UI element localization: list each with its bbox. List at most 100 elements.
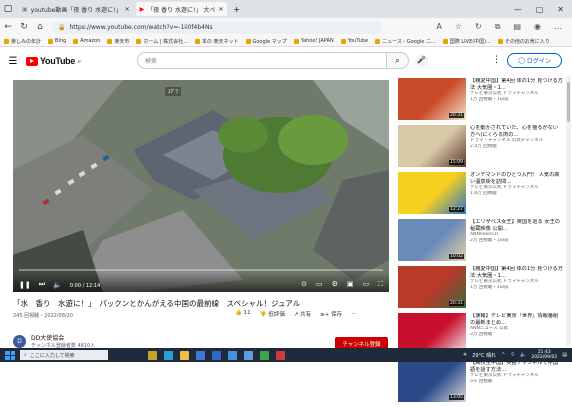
settings-more-icon[interactable]: … [554, 22, 562, 32]
recommendation-views: 3万 回視聴 [470, 332, 493, 337]
chrome-icon[interactable] [260, 350, 269, 360]
bookmark-item[interactable]: Google マップ [245, 38, 287, 45]
recommendation-title[interactable]: 【親愛中国】第4回 体の1分 見つける方法 大気圏・1... [470, 78, 563, 91]
recommendation-item[interactable]: 13:05 【高校生中国】英語チャンネルで中国語を話す方法... テレビ東京公式 ド… [398, 360, 563, 407]
bookmark-item[interactable]: ホーム | 株式会社... [136, 38, 188, 45]
bookmark-item[interactable]: 楽しみの年計 [4, 38, 41, 45]
recommendation-thumbnail[interactable]: 20:31 [398, 266, 466, 308]
duration-badge: 10:02 [449, 254, 464, 259]
refresh-icon[interactable]: ↻ [16, 22, 32, 32]
browser-tab[interactable]: ▣ youtube動画「夜 香り 水遊に!」 ✕ [18, 2, 134, 16]
close-icon[interactable]: ✕ [218, 6, 223, 13]
edge-browser-icon[interactable] [164, 350, 173, 360]
settings-kebab-icon[interactable]: ⋮ [492, 55, 501, 65]
recommendation-title[interactable]: 心を動かされていた、心を揺るがない方へ(にくらる肉の... [470, 125, 563, 138]
like-button[interactable]: 👍 11 [235, 310, 251, 318]
video-player[interactable]: ｽｸﾞﾜ ❚❚ ⏭ 🔈 0:00 / 12:14 ⊙ ▭ ⚙ ▣ ▭ ⛶ [13, 80, 389, 292]
volume-icon[interactable]: 🔈 [53, 281, 62, 289]
recommendation-thumbnail[interactable]: 20:31 [398, 78, 466, 120]
bookmark-item[interactable]: YouTube [340, 38, 368, 44]
recommendation-title[interactable]: 【速報】テレビ東京「世界」情報番組の最新まとめ... [470, 313, 563, 326]
microphone-icon[interactable]: 🎤 [415, 54, 428, 67]
bookmark-item[interactable]: ニュース - Google ニ... [375, 38, 436, 45]
address-bar[interactable]: 🔒 https://www.youtube.com/watch?v=-1ii0f… [52, 20, 382, 34]
dislike-button[interactable]: 👎 低評価 [260, 310, 285, 318]
calendar-icon[interactable] [228, 350, 237, 360]
extensions-icon[interactable]: ⧉ [495, 22, 501, 32]
file-explorer-icon[interactable] [180, 350, 189, 360]
scrollbar-thumb[interactable] [567, 82, 570, 122]
refresh-page-icon[interactable]: ↻ [475, 22, 482, 32]
weather-text[interactable]: 29°C 晴れ [472, 352, 496, 359]
sidebar-toggle-icon[interactable]: ▢ [0, 4, 16, 14]
tray-chevron-icon[interactable]: ⌃ [501, 352, 505, 358]
recommendation-thumbnail[interactable]: 10:02 [398, 219, 466, 261]
save-button[interactable]: ≡+ 保存 [320, 310, 342, 318]
miniplayer-icon[interactable]: ▣ [347, 280, 354, 289]
favorite-star-icon[interactable]: ☆ [455, 22, 462, 32]
recommendation-item[interactable]: 20:31 【親愛中国】第4回 体の1分 見つける方法 大気圏・1... テレビ東京… [398, 266, 563, 313]
close-icon[interactable]: ✕ [125, 6, 130, 13]
minimize-icon[interactable]: — [514, 5, 522, 14]
pause-icon[interactable]: ❚❚ [19, 281, 31, 289]
recommendation-item[interactable]: 20:31 【親愛中国】第4回 体の1分 見つける方法 大気圏・1... テレビ東京… [398, 78, 563, 125]
youtube-play-icon [26, 56, 38, 66]
search-input[interactable]: 検索 [137, 52, 387, 69]
home-icon[interactable]: ⌂ [32, 22, 48, 32]
taskbar-search-input[interactable]: ⌕ ここに入力して検索 [20, 350, 108, 360]
app-icon[interactable] [276, 350, 285, 360]
bookmark-item[interactable]: 国際 LIVE(中国)... [442, 38, 491, 45]
recommendation-thumbnail[interactable]: 15:09 [398, 125, 466, 167]
bookmark-item[interactable]: 本の 楽天ネット [194, 38, 239, 45]
bookmark-folder-icon [375, 38, 381, 44]
recommendation-thumbnail[interactable]: 12:27 [398, 172, 466, 214]
recommendation-text: 【親愛中国】第4回 体の1分 見つける方法 大気圏・1... テレビ東京公式 ドラ… [470, 266, 563, 313]
bookmark-item[interactable]: その他のお気に入り [497, 38, 550, 45]
bookmark-item[interactable]: 楽天市 [107, 38, 129, 45]
close-window-icon[interactable]: ✕ [557, 5, 564, 14]
recommendation-item[interactable]: 12:27 オンデマンドのひとつ入門！ 人気の高い温泉街を訪問... テレビ東京公式… [398, 172, 563, 219]
notification-icon[interactable]: ▤ [562, 352, 567, 358]
weather-icon[interactable]: ☀ [463, 352, 467, 358]
windows-start-icon[interactable] [5, 350, 15, 360]
channel-name[interactable]: DD大使協会 [31, 333, 95, 342]
next-icon[interactable]: ⏭ [39, 280, 45, 289]
profile-icon[interactable]: ◉ [534, 22, 541, 32]
recommendation-item[interactable]: 15:09 心を動かされていた、心を揺るがない方へ(にくらる肉の... ドラマ・チャ… [398, 125, 563, 172]
fullscreen-icon[interactable]: ⛶ [378, 280, 383, 289]
back-icon[interactable]: ← [0, 22, 16, 32]
progress-bar[interactable] [19, 269, 383, 271]
theater-mode-icon[interactable]: ▭ [362, 280, 369, 289]
login-button[interactable]: ◯ ログイン [507, 53, 562, 68]
photos-icon[interactable] [244, 350, 253, 360]
more-actions-button[interactable]: … [351, 310, 357, 318]
youtube-logo[interactable]: YouTube JP [26, 56, 81, 66]
task-view-icon[interactable] [148, 350, 157, 360]
recommendation-item[interactable]: 10:02 【エリザベス女王】英国を巡る 女王の秘蔵映像 公開... ANNnews… [398, 219, 563, 266]
network-icon[interactable]: ⌔ [510, 352, 515, 358]
bookmark-item[interactable]: Yahoo! JAPAN [293, 38, 334, 44]
maximize-icon[interactable]: ▢ [536, 5, 544, 14]
settings-gear-icon[interactable]: ⚙ [332, 280, 338, 289]
mail-icon[interactable] [212, 350, 221, 360]
collections-icon[interactable]: ▤ [513, 22, 521, 32]
recommendation-thumbnail[interactable]: 13:05 [398, 360, 466, 402]
browser-tab-active[interactable]: ▶ 「夜 香り 水遊に!」 大ペ ✕ [135, 2, 228, 16]
clock[interactable]: 21:43 2022/09/02 [531, 350, 557, 361]
scrollbar[interactable] [566, 76, 571, 346]
autoplay-toggle-icon[interactable]: ⊙ [301, 280, 307, 289]
subtitles-icon[interactable]: ▭ [316, 280, 323, 289]
bookmark-item[interactable]: Amazon [73, 38, 100, 44]
recommendation-title[interactable]: 【エリザベス女王】英国を巡る 女王の秘蔵映像 公開... [470, 219, 563, 232]
store-icon[interactable] [196, 350, 205, 360]
share-button[interactable]: ↗ 共有 [294, 310, 311, 318]
bookmark-item[interactable]: Bing [48, 38, 66, 44]
new-tab-icon[interactable]: + [233, 5, 240, 14]
search-button[interactable]: ⌕ [387, 52, 409, 69]
channel-avatar[interactable]: D [13, 334, 26, 348]
speaker-icon[interactable]: 🔈 [520, 352, 526, 358]
read-aloud-icon[interactable]: A [436, 22, 441, 32]
recommendation-title[interactable]: 【親愛中国】第4回 体の1分 見つける方法 大気圏・1... [470, 266, 563, 279]
menu-icon[interactable]: ☰ [0, 56, 26, 67]
recommendation-title[interactable]: オンデマンドのひとつ入門！ 人気の高い温泉街を訪問... [470, 172, 563, 185]
